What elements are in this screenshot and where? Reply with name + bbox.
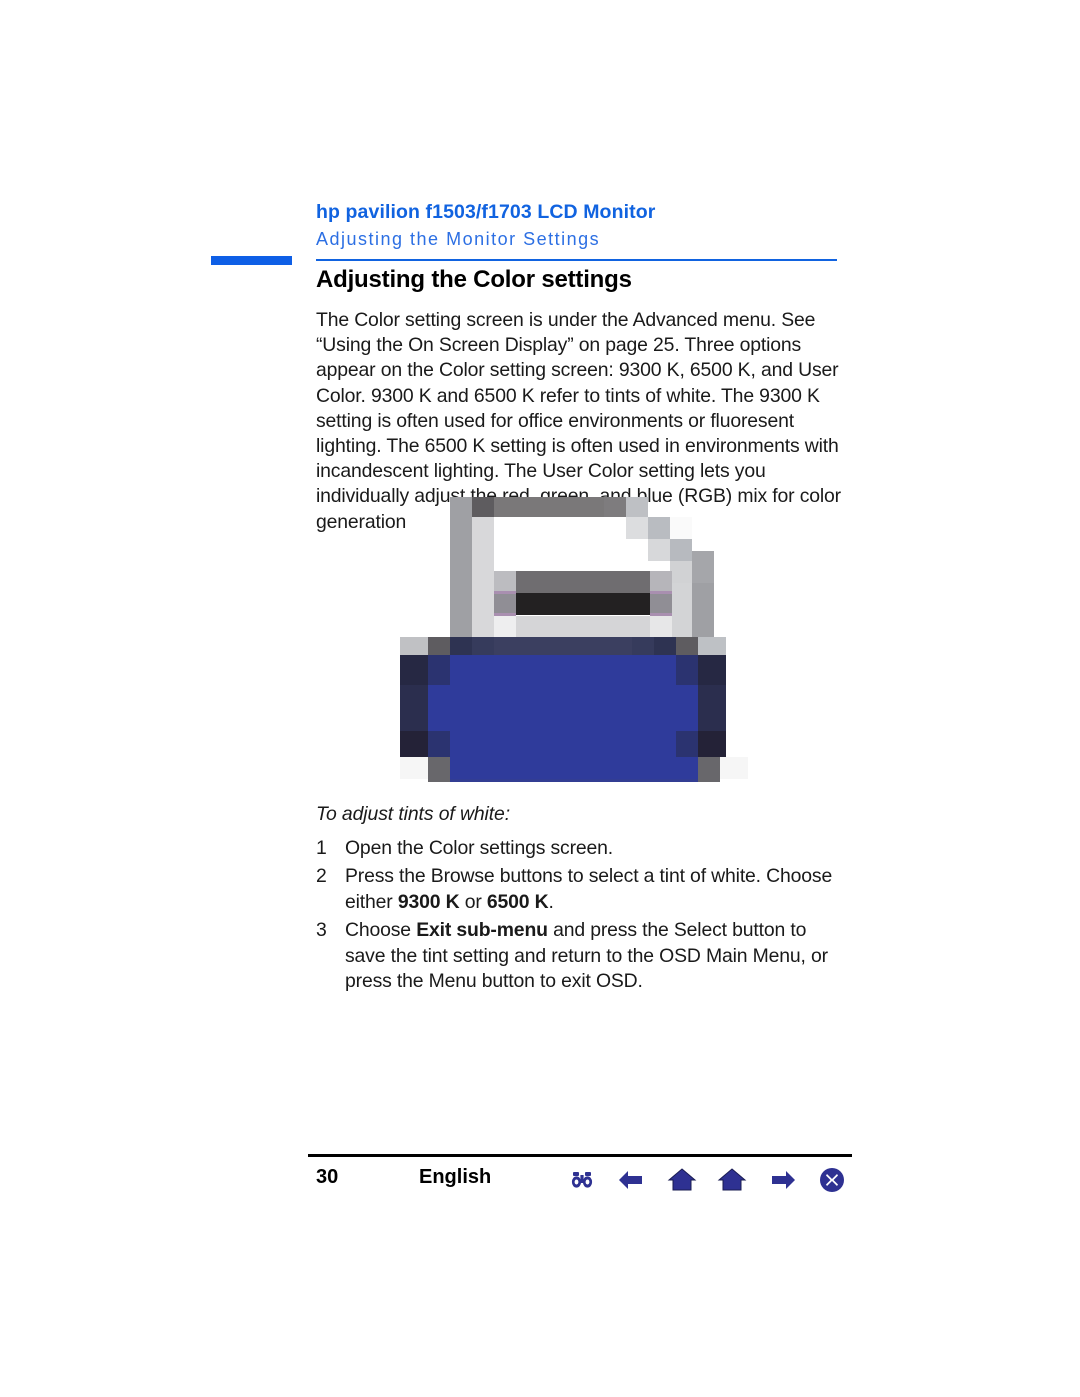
header-accent-bar [211, 256, 292, 265]
instructions-lead-in: To adjust tints of white: [316, 803, 511, 825]
section-heading: Adjusting the Color settings [316, 266, 632, 293]
monitor-illustration-image [400, 497, 748, 805]
arrow-right-icon[interactable] [766, 1163, 800, 1197]
step-number: 3 [316, 919, 327, 942]
document-header-subtitle: Adjusting the Monitor Settings [316, 229, 601, 249]
arrow-left-icon[interactable] [614, 1163, 648, 1197]
list-item: 1 Open the Color settings screen. [316, 836, 848, 861]
home-icon[interactable] [665, 1163, 699, 1197]
step-text: Choose Exit sub-menu and press the Selec… [345, 919, 828, 993]
step-text: Press the Browse buttons to select a tin… [345, 865, 833, 913]
document-header-title: hp pavilion f1503/f1703 LCD Monitor [316, 201, 656, 223]
list-item: 2 Press the Browse buttons to select a t… [316, 864, 848, 915]
language-label: English [419, 1166, 492, 1188]
page-number: 30 [316, 1166, 339, 1188]
step-number: 1 [316, 837, 327, 859]
monitor-illustration-figure [400, 497, 770, 805]
footer-divider-rule [308, 1154, 852, 1157]
home-index-icon[interactable] [715, 1163, 749, 1197]
binoculars-icon[interactable] [565, 1163, 599, 1197]
document-page: hp pavilion f1503/f1703 LCD Monitor Adju… [0, 0, 1080, 1397]
list-item: 3 Choose Exit sub-menu and press the Sel… [316, 918, 848, 994]
footer-navigation-bar [565, 1163, 855, 1203]
header-divider-rule [316, 259, 837, 261]
step-text: Open the Color settings screen. [345, 837, 614, 859]
step-number: 2 [316, 865, 327, 888]
close-x-icon[interactable] [815, 1163, 849, 1197]
instruction-steps-list: 1 Open the Color settings screen. 2 Pres… [316, 836, 848, 997]
